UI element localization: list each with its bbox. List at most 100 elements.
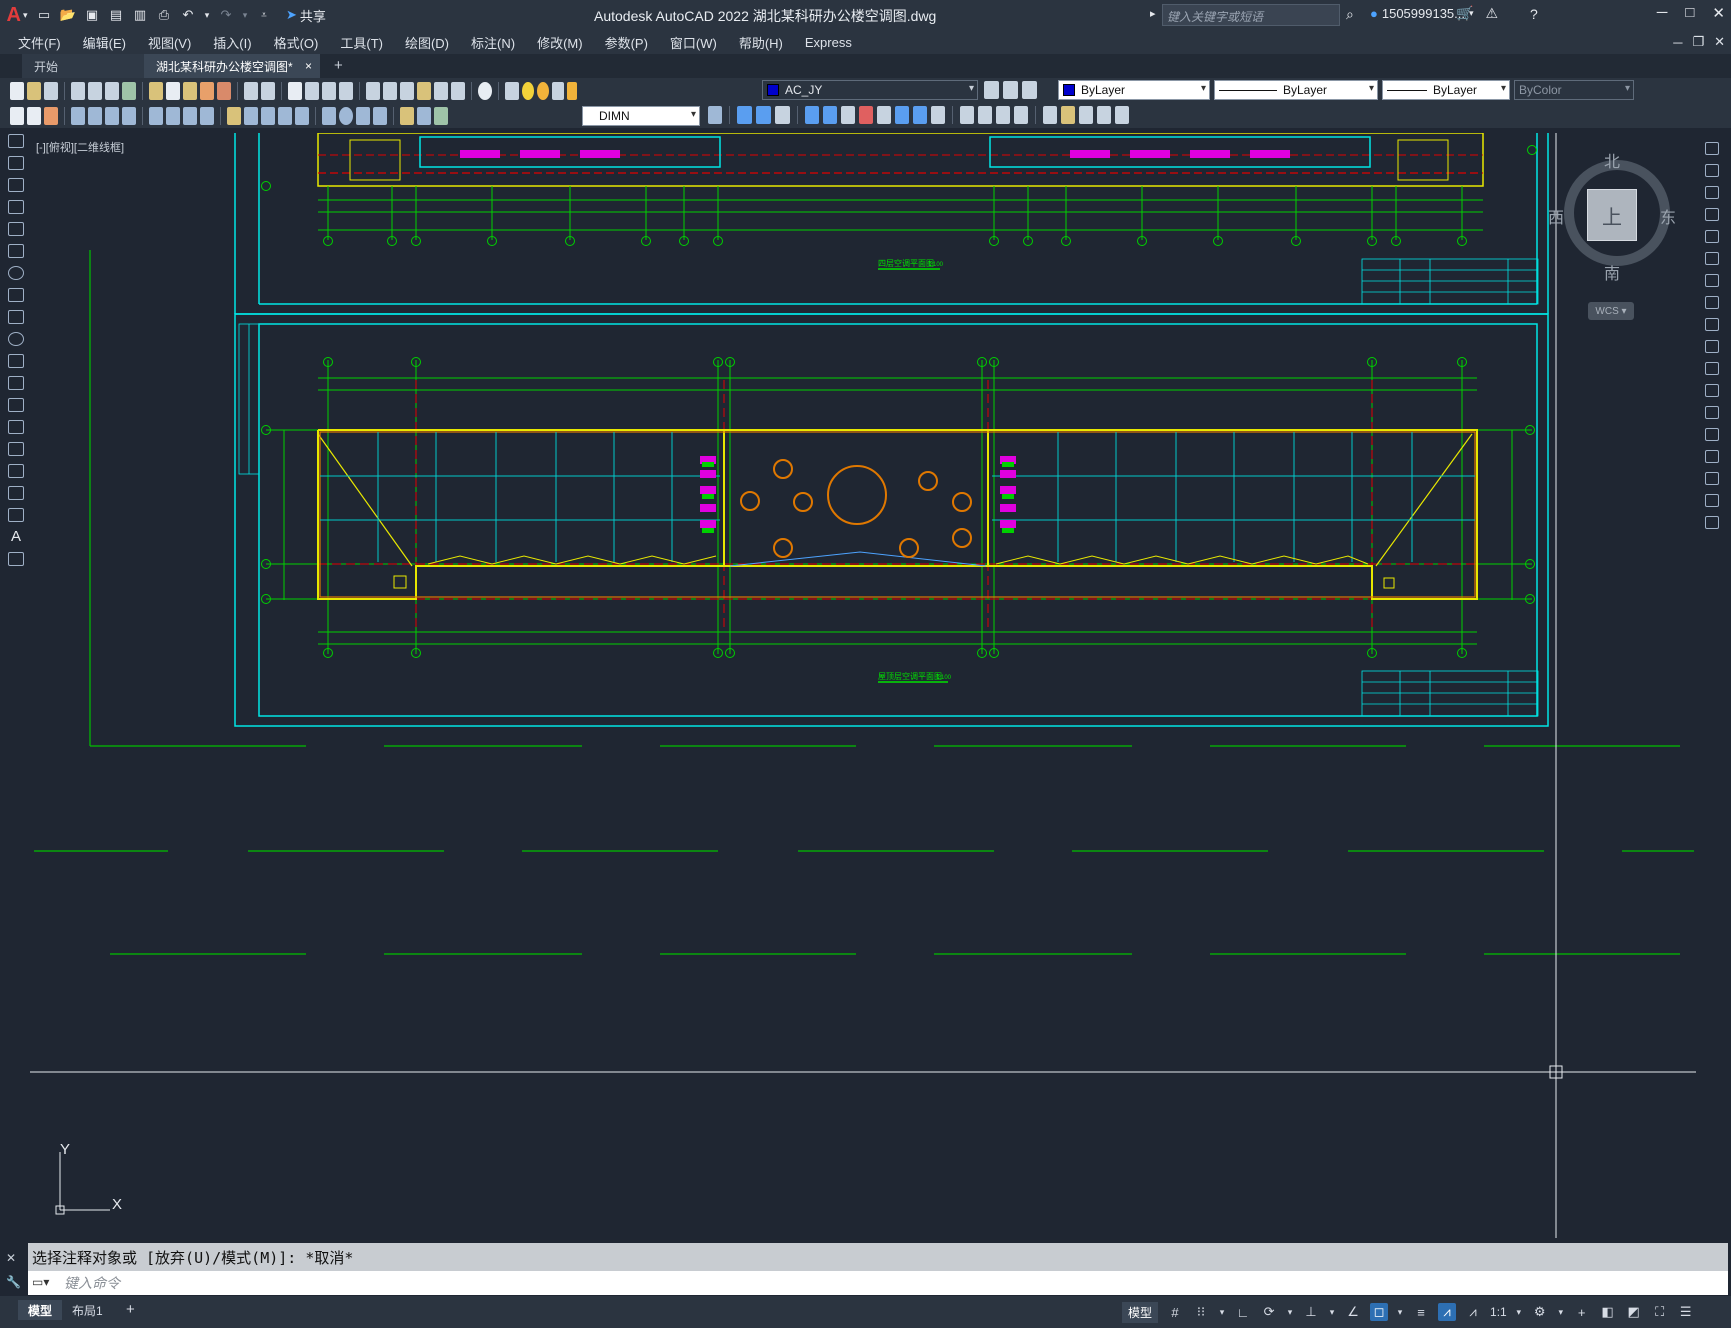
group-tool-icon[interactable] (1014, 106, 1028, 124)
copy-object-icon[interactable] (1705, 164, 1719, 177)
layer-viewport-icon[interactable] (552, 81, 564, 100)
ortho-icon[interactable]: ∟ (1234, 1303, 1252, 1321)
save-file-icon[interactable] (44, 81, 58, 100)
dimstyle-dropdown[interactable]: DIMN ▾ (582, 106, 700, 126)
region-icon[interactable] (8, 486, 24, 500)
dim-update-icon[interactable] (434, 106, 448, 125)
publish-icon[interactable] (105, 81, 119, 100)
select-similar-icon[interactable] (1043, 106, 1057, 124)
customize-command-icon[interactable]: 🔧 (6, 1275, 28, 1289)
menu-format[interactable]: 格式(O) (274, 33, 319, 52)
zoom-previous-icon[interactable] (339, 81, 353, 100)
wipeout-tool-icon[interactable] (1115, 106, 1129, 124)
join-icon[interactable] (1705, 428, 1719, 441)
ellipse-icon[interactable] (8, 332, 24, 346)
etransmit-icon[interactable] (122, 81, 136, 100)
mirror-tool-icon[interactable] (805, 106, 819, 124)
compass-north[interactable]: 北 (1604, 148, 1620, 172)
bring-front-icon[interactable] (737, 106, 752, 124)
polyline-icon[interactable] (8, 178, 24, 192)
menu-window[interactable]: 窗口(W) (670, 33, 717, 52)
snap-icon[interactable]: ⁝⁝ (1192, 1303, 1210, 1321)
quick-dim-icon[interactable] (227, 106, 241, 125)
cart-icon[interactable]: 🛒 (1456, 5, 1473, 22)
scale-dropdown-icon[interactable]: ▾ (1515, 1303, 1523, 1321)
lineweight-icon[interactable]: ≡ (1412, 1303, 1430, 1321)
menu-view[interactable]: 视图(V) (148, 33, 191, 52)
layer-properties-icon[interactable] (505, 81, 519, 100)
tool-palettes-icon[interactable] (400, 81, 414, 100)
rotate-icon[interactable] (1705, 274, 1719, 287)
hatch-icon[interactable] (8, 442, 24, 456)
mtext-icon[interactable]: A (8, 529, 24, 544)
menu-draw[interactable]: 绘图(D) (405, 33, 449, 52)
object-snap-icon[interactable]: ◻ (1370, 1303, 1389, 1321)
save-icon[interactable]: ▣ (82, 5, 102, 25)
menu-modify[interactable]: 修改(M) (537, 33, 583, 52)
tab-layout1[interactable]: 布局1 (62, 1300, 113, 1320)
move-icon[interactable] (1705, 252, 1719, 265)
arc-icon[interactable] (8, 244, 24, 258)
lineweight-dropdown[interactable]: ByLayer ▾ (1382, 80, 1510, 100)
maximize-icon[interactable]: □ (1685, 4, 1694, 22)
polar-icon[interactable]: ⟳ (1260, 1303, 1278, 1321)
region-tool-icon[interactable] (1097, 106, 1111, 124)
layer-lock-icon[interactable] (567, 81, 577, 100)
layer-previous-icon[interactable] (1003, 81, 1018, 99)
expand-search-icon[interactable]: ▸ (1150, 7, 1156, 20)
menu-express[interactable]: Express (805, 35, 852, 50)
block-editor-icon[interactable] (217, 81, 231, 100)
doc-restore-icon[interactable]: ❐ (1692, 34, 1704, 50)
hide-tool-icon[interactable] (978, 106, 992, 124)
offset-tool-icon[interactable] (841, 106, 855, 124)
scale-icon[interactable] (1705, 296, 1719, 309)
make-block-icon[interactable] (8, 398, 24, 412)
tab-active-drawing[interactable]: 湖北某科研办公楼空调图* × (144, 54, 320, 78)
auto-scale-icon[interactable]: ⩘ (1464, 1303, 1482, 1321)
undo-icon[interactable]: ↶ (178, 5, 198, 25)
matchprop-icon[interactable] (200, 81, 214, 100)
qnew-icon[interactable] (10, 81, 24, 100)
tab-close-icon[interactable]: × (305, 59, 312, 73)
point-icon[interactable] (8, 420, 24, 434)
erase-icon[interactable] (1705, 142, 1719, 155)
compass-south[interactable]: 南 (1604, 260, 1620, 284)
autodesk-app-icon[interactable]: ⚠ (1485, 5, 1498, 22)
isodraft-dropdown-icon[interactable]: ▾ (1328, 1303, 1336, 1321)
gradient-icon[interactable] (8, 464, 24, 478)
dim-text-edit-icon[interactable] (417, 106, 431, 125)
dim-linear-icon[interactable] (71, 106, 85, 125)
compass-east[interactable]: 东 (1660, 204, 1676, 228)
fillet-tool-icon[interactable] (895, 106, 909, 124)
menu-file[interactable]: 文件(F) (18, 33, 61, 52)
polar-dropdown-icon[interactable]: ▾ (1286, 1303, 1294, 1321)
send-back-icon[interactable] (756, 106, 771, 124)
chamfer-icon[interactable] (1705, 450, 1719, 463)
isolate-tool-icon[interactable] (960, 106, 974, 124)
osnap-dropdown-icon[interactable]: ▾ (1396, 1303, 1404, 1321)
dim-space-icon[interactable] (278, 106, 292, 125)
open-icon[interactable]: 📂 (58, 5, 78, 25)
redo-dropdown-icon[interactable]: ▾ (240, 5, 250, 25)
extend-icon[interactable] (1705, 362, 1719, 375)
minimize-icon[interactable]: ─ (1657, 4, 1668, 22)
menu-dimension[interactable]: 标注(N) (471, 33, 515, 52)
add-scale-icon[interactable]: + (1573, 1303, 1591, 1321)
isolate-objects-icon[interactable]: ◧ (1599, 1303, 1617, 1321)
new-icon[interactable]: ▭ (34, 5, 54, 25)
workspace-dropdown-icon[interactable]: ▾ (1557, 1303, 1565, 1321)
command-prompt-icon[interactable]: ▭▾ (32, 1275, 60, 1291)
new-tab-button[interactable]: + (334, 57, 343, 74)
viewport-controls-label[interactable]: [-][俯视][二维线框] (36, 139, 124, 155)
center-mark-icon[interactable] (339, 106, 353, 125)
viewcube[interactable]: 上 北 南 西 东 (1548, 152, 1676, 284)
help-tool-icon[interactable] (478, 81, 492, 100)
workspace-gear-icon[interactable]: ⚙ (1531, 1303, 1549, 1321)
break-at-point-icon[interactable] (1705, 384, 1719, 397)
copy-icon[interactable] (166, 81, 180, 100)
table-icon[interactable] (8, 508, 24, 522)
break-icon[interactable] (1705, 406, 1719, 419)
tool-c-icon[interactable] (44, 106, 58, 125)
share-button[interactable]: ➤ 共享 (286, 6, 326, 25)
design-center-icon[interactable] (383, 81, 397, 100)
